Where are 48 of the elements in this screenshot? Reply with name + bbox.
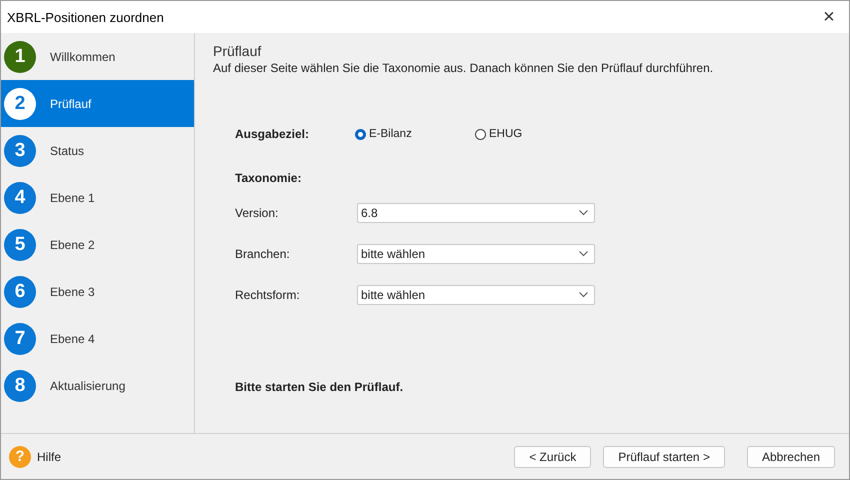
step-number: 6 <box>4 276 36 308</box>
field-label: Rechtsform: <box>235 288 301 302</box>
step-label: Aktualisierung <box>50 378 126 392</box>
dropdown-field[interactable]: bitte wählen <box>357 244 595 264</box>
radio-option[interactable]: EHUG <box>475 128 595 140</box>
step-label: Prüflauf <box>50 96 92 110</box>
field-label: Version: <box>235 206 280 220</box>
help-link[interactable]: Hilfe <box>37 450 62 464</box>
wizard-button[interactable]: Abbrechen <box>746 446 835 468</box>
page-title: Prüflauf <box>213 43 262 59</box>
close-button[interactable]: × <box>817 6 841 28</box>
step-number: 1 <box>4 40 36 72</box>
step-label: Ebene 2 <box>50 238 95 252</box>
dropdown-field[interactable]: bitte wählen <box>357 285 595 305</box>
step-label: Willkommen <box>50 50 116 64</box>
step-item[interactable]: 6 Ebene 3 <box>1 268 194 315</box>
radio-icon[interactable] <box>475 128 486 140</box>
step-label: Status <box>50 144 84 158</box>
step-label: Ebene 4 <box>50 332 95 346</box>
chevron-down-icon <box>579 210 588 216</box>
step-number: 5 <box>4 228 36 260</box>
step-number: 2 <box>4 88 36 120</box>
wizard-button[interactable]: < Zurück <box>514 446 592 468</box>
step-number: 4 <box>4 182 36 214</box>
step-item[interactable]: 7 Ebene 4 <box>1 315 194 362</box>
step-item[interactable]: 5 Ebene 2 <box>1 221 194 268</box>
radio-icon[interactable] <box>355 128 366 140</box>
step-item[interactable]: 3 Status <box>1 127 194 174</box>
step-label: Ebene 3 <box>50 284 95 298</box>
step-number: 8 <box>4 370 36 402</box>
step-item[interactable]: 8 Aktualisierung <box>1 362 194 409</box>
chevron-down-icon <box>579 251 588 257</box>
taxonomy-heading: Taxonomie: <box>235 171 302 185</box>
step-item[interactable]: 2 Prüflauf <box>1 80 194 127</box>
step-number: 3 <box>4 134 36 166</box>
chevron-down-icon <box>579 292 588 298</box>
radio-option[interactable]: E-Bilanz <box>355 128 475 140</box>
step-number: 7 <box>4 322 36 354</box>
step-item[interactable]: 1 Willkommen <box>1 33 194 80</box>
dropdown-field[interactable]: 6.8 <box>357 203 595 223</box>
step-label: Ebene 1 <box>50 190 95 204</box>
wizard-button[interactable]: Prüflauf starten > <box>603 446 725 468</box>
window-title: XBRL-Positionen zuordnen <box>7 10 164 24</box>
field-label: Branchen: <box>235 247 291 261</box>
status-message: Bitte starten Sie den Prüflauf. <box>235 380 404 394</box>
output-label: Ausgabeziel: <box>235 127 310 141</box>
step-item[interactable]: 4 Ebene 1 <box>1 174 194 221</box>
page-description: Auf dieser Seite wählen Sie die Taxonomie aus. Danach können Sie den Prüflauf durchführen. <box>213 61 714 75</box>
